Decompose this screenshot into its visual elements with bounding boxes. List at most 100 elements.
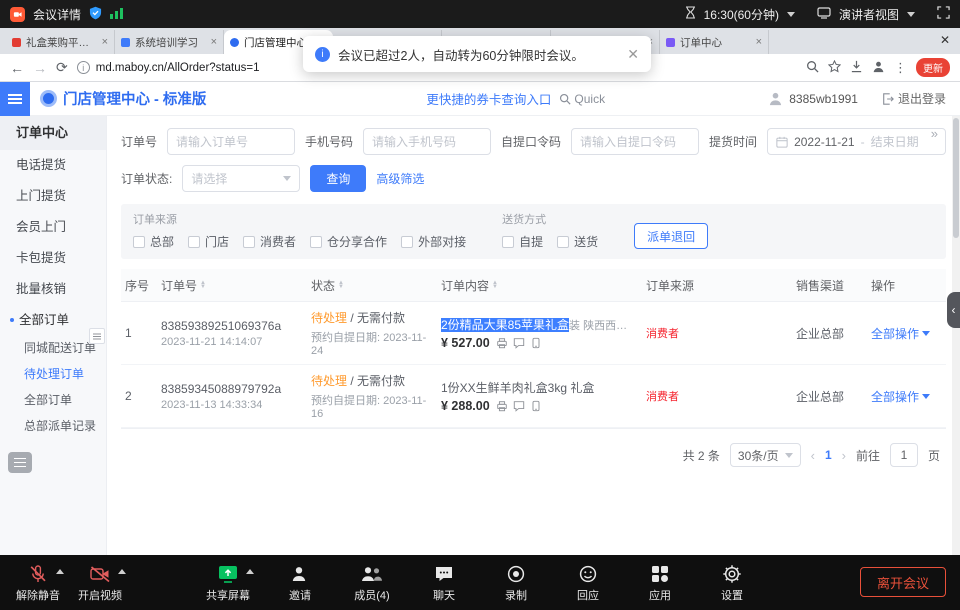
sidebar-item-phone-pickup[interactable]: 电话提货	[0, 150, 106, 181]
bookmark-star-icon[interactable]	[828, 60, 841, 76]
quick-search[interactable]: Quick	[559, 92, 605, 106]
unmute-button[interactable]: 解除静音	[16, 562, 60, 603]
coupon-query-link[interactable]: 更快捷的券卡查询入口	[426, 89, 551, 108]
sidebar-item-card-pickup[interactable]: 卡包提货	[0, 243, 106, 274]
sort-icon[interactable]: ▲▼	[492, 281, 498, 289]
window-close-icon[interactable]: ✕	[940, 33, 950, 47]
search-button[interactable]: 查询	[310, 165, 366, 192]
phone-input[interactable]	[363, 128, 491, 155]
start-video-button[interactable]: 开启视频	[78, 562, 122, 603]
browser-tab[interactable]: 系统培训学习 ×	[115, 30, 224, 54]
toast-close-icon[interactable]: ✕	[627, 46, 639, 63]
sidebar-item-door-pickup[interactable]: 上门提货	[0, 181, 106, 212]
prev-page-icon[interactable]: ‹	[811, 448, 815, 463]
pickup-code-input[interactable]	[571, 128, 699, 155]
sidebar-collapse-toggle[interactable]	[89, 328, 105, 344]
browser-menu-icon[interactable]: ⋮	[894, 60, 907, 76]
order-number[interactable]: 83859389251069376a	[161, 319, 303, 333]
menu-hamburger-button[interactable]	[0, 82, 30, 116]
reactions-button[interactable]: 回应	[566, 562, 610, 603]
apps-button[interactable]: 应用	[638, 562, 682, 603]
side-panel-expand-handle[interactable]: ‹	[947, 292, 960, 328]
unmute-label: 解除静音	[16, 587, 60, 603]
tab-favicon	[12, 38, 21, 47]
checkbox-source-store[interactable]: 门店	[188, 233, 229, 250]
record-button[interactable]: 录制	[494, 562, 538, 603]
sort-icon[interactable]: ▲▼	[338, 281, 344, 289]
settings-label: 设置	[721, 587, 743, 603]
advanced-filter-link[interactable]: 高级筛选	[376, 170, 424, 187]
order-no-input[interactable]	[167, 128, 295, 155]
sidebar-subitem-hq-dispatch-log[interactable]: 总部派单记录	[0, 413, 106, 439]
site-info-icon[interactable]: i	[77, 61, 90, 74]
printer-icon[interactable]	[496, 400, 508, 412]
video-options-icon[interactable]	[118, 569, 126, 574]
view-dropdown-icon[interactable]	[907, 12, 915, 17]
message-icon[interactable]	[513, 400, 525, 412]
checkbox-source-external[interactable]: 外部对接	[401, 233, 466, 250]
share-screen-button[interactable]: 共享屏幕	[206, 562, 250, 603]
leave-meeting-button[interactable]: 离开会议	[860, 567, 946, 597]
next-page-icon[interactable]: ›	[842, 448, 846, 463]
scrollbar-thumb[interactable]	[953, 118, 959, 238]
all-actions-dropdown[interactable]: 全部操作	[871, 388, 938, 405]
sidebar-subitem-all-orders[interactable]: 全部订单	[0, 387, 106, 413]
all-actions-dropdown[interactable]: 全部操作	[871, 325, 938, 342]
sidebar-subitem-pending-orders[interactable]: 待处理订单	[0, 361, 106, 387]
checkbox-delivery-deliver[interactable]: 送货	[557, 233, 598, 250]
fullscreen-icon[interactable]	[937, 6, 950, 22]
browser-update-button[interactable]: 更新	[916, 58, 950, 77]
col-header-status[interactable]: 状态▲▼	[307, 269, 437, 301]
phone-icon[interactable]	[530, 337, 542, 349]
message-icon[interactable]	[513, 337, 525, 349]
invite-button[interactable]: 邀请	[278, 562, 322, 603]
checkbox-source-warehouse-coop[interactable]: 仓分享合作	[310, 233, 387, 250]
back-icon[interactable]: ←	[10, 60, 24, 76]
logout-button[interactable]: 退出登录	[882, 90, 946, 107]
view-mode-selector[interactable]: 演讲者视图	[839, 6, 899, 23]
zoom-search-icon[interactable]	[806, 60, 819, 76]
forward-icon[interactable]: →	[33, 60, 47, 76]
date-range-picker[interactable]: 2022-11-21 - 结束日期	[767, 128, 946, 155]
checkbox-delivery-selfpickup[interactable]: 自提	[502, 233, 543, 250]
settings-button[interactable]: 设置	[710, 562, 754, 603]
order-number[interactable]: 83859345088979792a	[161, 382, 303, 396]
tab-close-icon[interactable]: ×	[102, 36, 108, 48]
share-options-icon[interactable]	[246, 569, 254, 574]
tab-close-icon[interactable]: ×	[756, 36, 762, 48]
refresh-icon[interactable]: ⟳	[56, 59, 68, 76]
meeting-timer[interactable]: 16:30(60分钟)	[704, 6, 779, 23]
members-button[interactable]: 成员(4)	[350, 562, 394, 603]
checkbox-source-hq[interactable]: 总部	[133, 233, 174, 250]
meeting-details-link[interactable]: 会议详情	[33, 6, 81, 23]
tab-close-icon[interactable]: ×	[211, 36, 217, 48]
sidebar-item-batch-verify[interactable]: 批量核销	[0, 274, 106, 305]
timer-dropdown-icon[interactable]	[787, 12, 795, 17]
browser-tab[interactable]: 礼盒莱购平台管理中心 ×	[6, 30, 115, 54]
task-list-button[interactable]	[8, 452, 32, 473]
sidebar-item-member-visit[interactable]: 会员上门	[0, 212, 106, 243]
user-account[interactable]: 8385wb1991	[768, 91, 858, 106]
browser-scrollbar[interactable]	[952, 116, 960, 555]
collapse-filters-icon[interactable]: »	[931, 126, 938, 141]
meeting-toolbar: 解除静音 开启视频 共享屏幕	[0, 555, 960, 610]
chat-button[interactable]: 聊天	[422, 562, 466, 603]
col-header-content[interactable]: 订单内容▲▼	[437, 269, 642, 301]
download-icon[interactable]	[850, 60, 863, 76]
mic-options-icon[interactable]	[56, 569, 64, 574]
phone-icon[interactable]	[530, 400, 542, 412]
dispatch-return-button[interactable]: 派单退回	[634, 223, 708, 249]
col-header-order-no[interactable]: 订单号▲▼	[157, 269, 307, 301]
per-page-select[interactable]: 30条/页	[730, 443, 801, 467]
profile-icon[interactable]	[872, 60, 885, 76]
browser-tab[interactable]: 订单中心 ×	[660, 30, 769, 54]
start-date-value[interactable]: 2022-11-21	[794, 135, 855, 149]
order-status-select[interactable]: 请选择	[182, 165, 300, 192]
goto-page-input[interactable]	[890, 443, 918, 467]
printer-icon[interactable]	[496, 337, 508, 349]
checkbox-source-consumer[interactable]: 消费者	[243, 233, 296, 250]
end-date-placeholder[interactable]: 结束日期	[871, 133, 919, 150]
current-page[interactable]: 1	[825, 448, 832, 462]
sort-icon[interactable]: ▲▼	[200, 281, 206, 289]
phone-label: 手机号码	[305, 133, 353, 150]
